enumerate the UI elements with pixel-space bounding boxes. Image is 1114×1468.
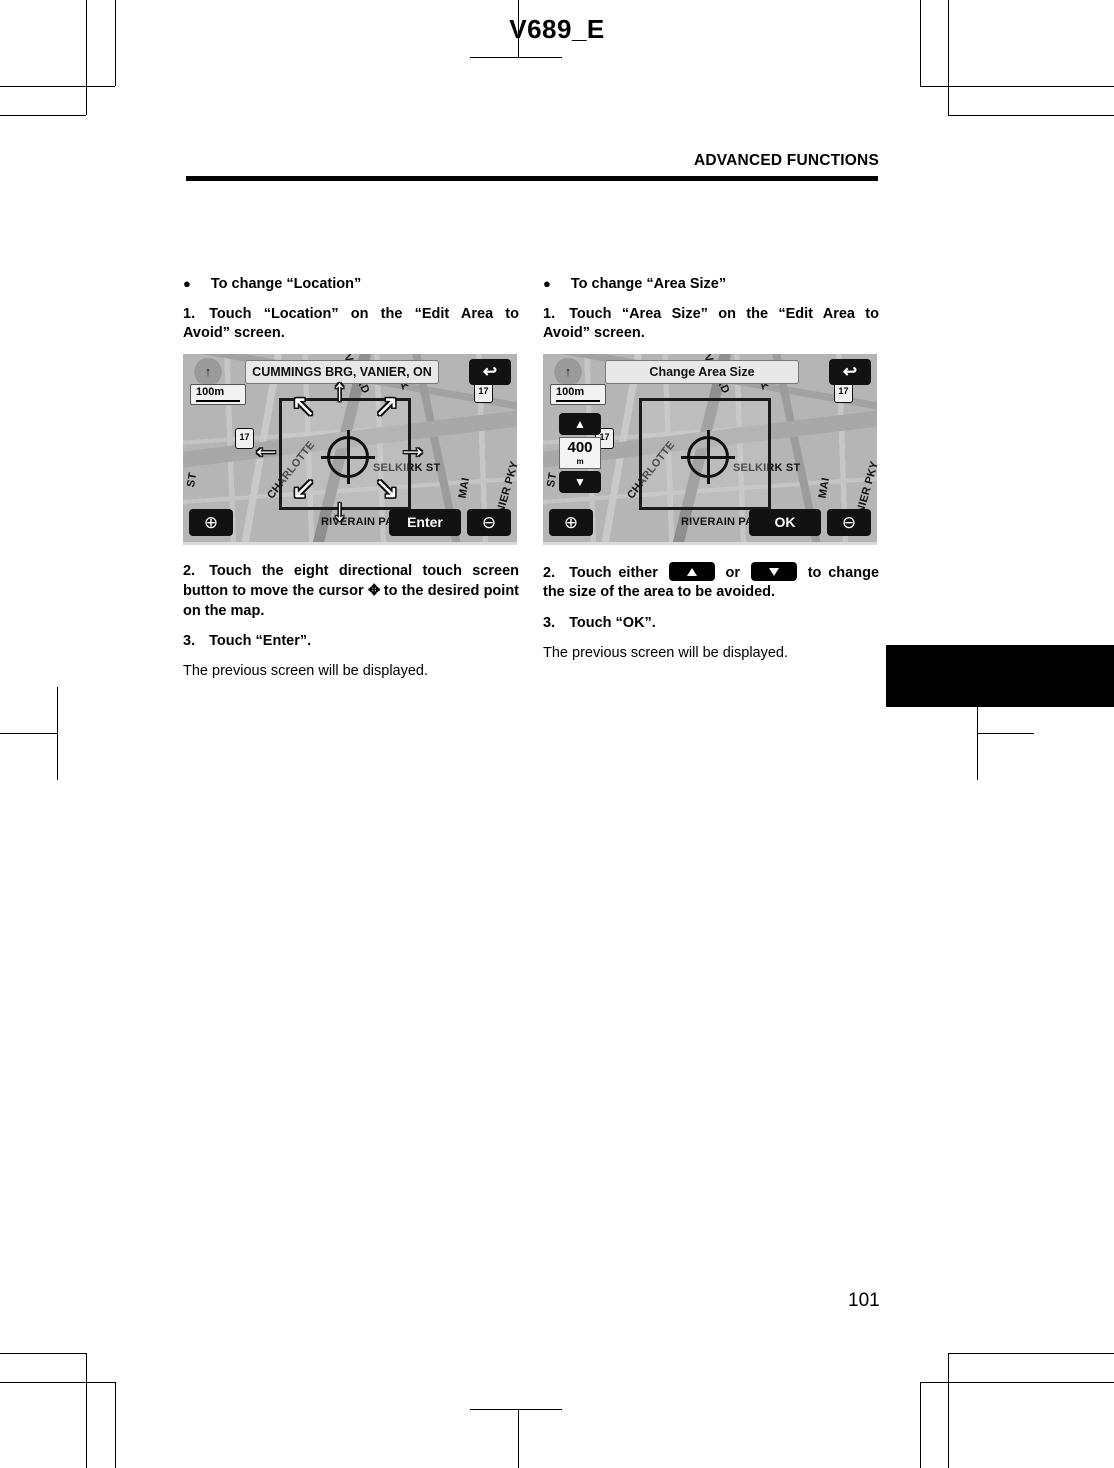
inline-size-decrease-icon (750, 562, 797, 582)
right-step-1: 1. Touch “Area Size” on the “Edit Area to… (543, 305, 879, 343)
page-number: 101 (848, 1290, 880, 1311)
highway-shield-icon-secondary: 17 (474, 382, 493, 404)
left-bullet-heading: ● To change “Location” (183, 276, 519, 292)
map-cursor-crosshair-icon (321, 430, 375, 485)
highway-shield-icon-secondary: 17 (834, 382, 853, 404)
map-scale-rule (196, 400, 240, 403)
zoom-in-button-icon[interactable]: ⊕ (189, 509, 233, 537)
right-step-2-text-middle: or (725, 565, 741, 582)
crop-mark-bottom-right-inner (920, 1382, 921, 1468)
direction-button-north[interactable]: ↑ (332, 376, 347, 406)
direction-button-southwest[interactable]: ↙ (291, 474, 316, 504)
enter-button[interactable]: Enter (389, 509, 461, 537)
bullet-icon: ● (543, 276, 551, 291)
crop-mark-bottom-left-inner (115, 1382, 116, 1468)
back-button-icon[interactable]: ↩ (469, 359, 511, 386)
road-label-st: ST (545, 472, 560, 489)
left-note: The previous screen will be displayed. (183, 662, 429, 679)
map-scale-rule (556, 400, 600, 403)
area-size-unit: m (576, 457, 584, 467)
left-step-1-text: Touch “Location” on the “Edit Area to Av… (183, 306, 519, 342)
map-cursor-glyph-icon: ✥ (367, 582, 381, 600)
area-size-increase-button-icon[interactable]: ▲ (559, 413, 601, 436)
right-step-1-number: 1. (543, 306, 556, 322)
registration-mark-left-center (57, 687, 58, 780)
bullet-icon: ● (183, 276, 191, 291)
left-step-1: 1. Touch “Location” on the “Edit Area to … (183, 305, 519, 343)
registration-mark-right-center (977, 707, 978, 780)
registration-mark-left-center-bar (0, 733, 57, 734)
zoom-out-button-icon[interactable]: ⊖ (467, 509, 511, 537)
registration-mark-bottom-center (518, 1409, 519, 1468)
area-size-value: 400 (567, 439, 593, 457)
right-bullet-heading-text: To change “Area Size” (570, 276, 727, 292)
right-step-3-number: 3. (543, 614, 556, 631)
direction-button-west[interactable]: ← (251, 433, 281, 463)
area-selection-box (639, 398, 771, 511)
crop-mark-top-left-lower (0, 115, 86, 116)
crop-mark-top-right-lower (948, 115, 1114, 116)
registration-mark-right-center-bar (977, 733, 1034, 734)
back-button-icon[interactable]: ↩ (829, 359, 871, 386)
ok-button[interactable]: OK (749, 509, 821, 537)
chapter-thumb-tab (886, 645, 1114, 707)
direction-button-southeast[interactable]: ↘ (374, 474, 399, 504)
right-bullet-heading: ● To change “Area Size” (543, 276, 879, 292)
location-screen-screenshot: AY AVE VER RD SELKIRK ST RIVERAIN PARK C… (183, 354, 517, 546)
left-step-2: 2. Touch the eight directional touch scre… (183, 562, 519, 620)
map-scale-label: 100m (196, 386, 225, 399)
crop-mark-bottom-left-upper (0, 1353, 86, 1354)
left-step-1-number: 1. (183, 306, 196, 322)
direction-button-south[interactable]: ↓ (332, 496, 347, 526)
right-column: ● To change “Area Size” 1. Touch “Area Si… (543, 276, 879, 675)
inline-size-increase-icon (668, 562, 715, 582)
left-step-2-number: 2. (183, 563, 196, 580)
document-code: V689_E (509, 14, 605, 44)
right-step-2-text-before: Touch either (569, 565, 658, 582)
direction-button-northwest[interactable]: ↖ (291, 392, 316, 422)
road-label-st: ST (185, 472, 200, 489)
crop-mark-bottom-right-outer (948, 1353, 949, 1468)
area-size-screen-screenshot: AY AVE VER RD SELKIRK ST RIVERAIN PARK C… (543, 354, 877, 546)
right-step-2-number: 2. (543, 565, 556, 582)
map-scale-indicator: 100m (550, 384, 606, 406)
area-size-value-display: 400 m (559, 437, 601, 470)
crop-mark-top-right-upper (920, 86, 1114, 87)
map-title-bar: Change Area Size (605, 360, 799, 385)
right-step-3-text: Touch “OK”. (569, 614, 656, 631)
registration-mark-top-center-bar (470, 57, 562, 58)
left-step-3-text: Touch “Enter”. (209, 632, 312, 649)
right-step-3: 3. Touch “OK”. (543, 614, 879, 633)
left-bullet-heading-text: To change “Location” (210, 276, 362, 292)
map-scale-indicator: 100m (190, 384, 246, 406)
right-note: The previous screen will be displayed. (543, 644, 789, 661)
crop-mark-bottom-left-outer (86, 1353, 87, 1468)
right-step-2: 2. Touch either or to change the size of … (543, 562, 879, 602)
left-step-3: 3. Touch “Enter”. (183, 632, 519, 651)
map-cursor-crosshair-icon (681, 430, 735, 485)
right-step-1-text: Touch “Area Size” on the “Edit Area to A… (543, 306, 879, 342)
crop-mark-bottom-right-lower (920, 1382, 1114, 1383)
zoom-in-button-icon[interactable]: ⊕ (549, 509, 593, 537)
header-rule (186, 176, 878, 181)
crop-mark-bottom-left-lower (0, 1382, 115, 1383)
registration-mark-bottom-center-bar (470, 1409, 562, 1410)
left-column: ● To change “Location” 1. Touch “Location… (183, 276, 519, 693)
section-title: ADVANCED FUNCTIONS (693, 152, 879, 169)
zoom-out-button-icon[interactable]: ⊖ (827, 509, 871, 537)
crop-mark-bottom-right-upper (948, 1353, 1114, 1354)
direction-button-east[interactable]: → (398, 433, 428, 463)
crop-mark-top-left-upper (0, 86, 115, 87)
direction-button-northeast[interactable]: ↗ (374, 392, 399, 422)
area-size-decrease-button-icon[interactable]: ▼ (559, 471, 601, 494)
map-scale-label: 100m (556, 386, 585, 399)
area-size-stepper: ▲ 400 m ▼ (559, 413, 601, 494)
left-step-3-number: 3. (183, 632, 196, 649)
